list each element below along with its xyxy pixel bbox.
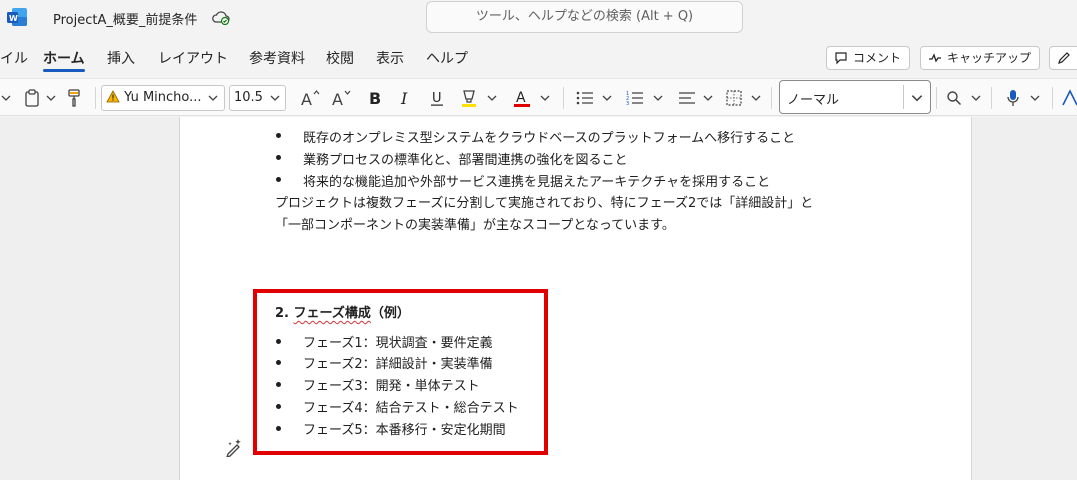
svg-text:U: U [432,91,442,106]
divider [936,87,937,109]
tab-references[interactable]: 参考資料 [249,48,305,68]
bullets-chevron-icon[interactable] [599,79,615,117]
dictate-chevron-icon[interactable] [1027,79,1043,117]
highlight-chevron-icon[interactable] [484,79,500,117]
comment-label: コメント [853,51,902,65]
bullets-icon[interactable] [572,79,598,117]
divider [771,87,772,109]
svg-text:A: A [301,90,312,108]
title-bar: W ProjectA_概要_前提条件 ツール、ヘルプなどの検索 (Alt + Q… [0,0,1077,36]
section-number: 2. [275,306,289,321]
phase-item: フェーズ5：本番移行・安定化期間 [303,423,506,438]
tab-view[interactable]: 表示 [376,48,404,68]
phase-item: フェーズ2：詳細設計・実装準備 [303,357,493,372]
catchup-button[interactable]: キャッチアップ [920,46,1041,70]
chevron-down-icon [270,95,280,101]
bullet-marker [276,426,281,431]
bullet-marker [276,360,281,365]
section-suffix: （例） [370,306,410,321]
tab-insert[interactable]: 挿入 [107,48,135,68]
section-heading: 2. フェーズ構成（例） [275,302,410,321]
copilot-draft-icon[interactable] [224,437,244,457]
bullet-marker [276,404,281,409]
highlight-icon[interactable] [456,79,482,117]
catchup-label: キャッチアップ [947,51,1032,65]
numbering-icon[interactable]: 123 [622,79,648,117]
paste-icon[interactable] [20,79,44,117]
comment-button[interactable]: コメント [826,46,911,70]
chevron-down-icon [911,95,923,102]
align-icon[interactable] [674,79,700,117]
list-item: 将来的な機能追加や外部サービス連携を見据えたアーキテクチャを採用すること [303,175,771,190]
find-chevron-icon[interactable] [968,79,984,117]
pencil-icon [1058,52,1070,64]
numbering-chevron-icon[interactable] [650,79,666,117]
divider [563,87,564,109]
section-title: フェーズ構成 [293,306,371,321]
dictate-microphone-icon[interactable] [1001,79,1025,117]
ribbon-toolbar: Yu Mincho... 10.5 A A B I U A 123 ノーマル [0,78,1077,116]
active-tab-indicator [43,69,85,72]
shrink-font-icon[interactable]: A [328,79,356,117]
warning-icon [106,90,120,103]
font-size-value: 10.5 [234,90,263,105]
chevron-down-icon[interactable] [0,79,12,117]
comment-icon [835,52,847,65]
paste-options-chevron-icon[interactable] [44,79,58,117]
cloud-saved-icon[interactable] [212,9,230,25]
phase-item: フェーズ3：開発・単体テスト [303,379,480,394]
borders-chevron-icon[interactable] [748,79,764,117]
ribbon-tabs: イル ホーム 挿入 レイアウト 参考資料 校閲 表示 ヘルプ [0,40,1077,72]
borders-icon[interactable] [722,79,746,117]
phase-item: フェーズ1：現状調査・要件定義 [303,336,493,351]
editor-icon[interactable] [1060,79,1077,117]
tab-review[interactable]: 校閲 [326,48,354,68]
italic-icon[interactable]: I [393,79,419,117]
align-chevron-icon[interactable] [700,79,716,117]
pulse-icon [929,53,941,63]
font-size-dropdown[interactable]: 10.5 [229,85,286,111]
word-app-icon: W [7,8,27,26]
underline-icon[interactable]: U [424,79,450,117]
svg-text:B: B [369,89,381,107]
bullet-marker [276,177,281,182]
svg-text:A: A [516,90,526,106]
style-value: ノーマル [787,93,840,108]
bullet-marker [276,339,281,344]
font-name-dropdown[interactable]: Yu Mincho... [101,85,225,111]
format-painter-icon[interactable] [63,79,85,117]
divider [1052,87,1053,109]
svg-text:A: A [332,90,343,108]
tab-help[interactable]: ヘルプ [426,48,468,68]
font-color-chevron-icon[interactable] [537,79,553,117]
svg-text:W: W [9,14,18,23]
paragraph-line: 「一部コンポーネントの実装準備」が主なスコープとなっています。 [275,218,675,233]
grow-font-icon[interactable]: A [297,79,325,117]
bullet-marker [276,133,281,138]
paragraph-line: プロジェクトは複数フェーズに分割して実施されており、特にフェーズ2では「詳細設計… [275,196,814,211]
search-input[interactable]: ツール、ヘルプなどの検索 (Alt + Q) [426,1,743,33]
list-item: 既存のオンプレミス型システムをクラウドベースのプラットフォームへ移行すること [303,131,796,146]
tab-layout[interactable]: レイアウト [158,48,228,68]
tab-file[interactable]: イル [0,48,28,68]
bold-icon[interactable]: B [362,79,388,117]
editing-mode-button[interactable] [1049,46,1077,70]
document-title[interactable]: ProjectA_概要_前提条件 [53,9,197,28]
find-icon[interactable] [942,79,966,117]
bullet-marker [276,382,281,387]
list-item: 業務プロセスの標準化と、部署間連携の強化を図ること [303,153,628,168]
divider [991,87,992,109]
chevron-down-icon [208,95,218,101]
styles-dropdown[interactable]: ノーマル [779,80,931,114]
svg-text:3: 3 [626,101,629,106]
divider [903,85,904,109]
font-name-value: Yu Mincho... [124,90,202,105]
bullet-marker [276,155,281,160]
tab-home[interactable]: ホーム [43,48,85,68]
svg-text:I: I [400,89,408,107]
font-color-icon[interactable]: A [509,79,535,117]
phase-item: フェーズ4：結合テスト・総合テスト [303,401,519,416]
divider [95,87,96,109]
